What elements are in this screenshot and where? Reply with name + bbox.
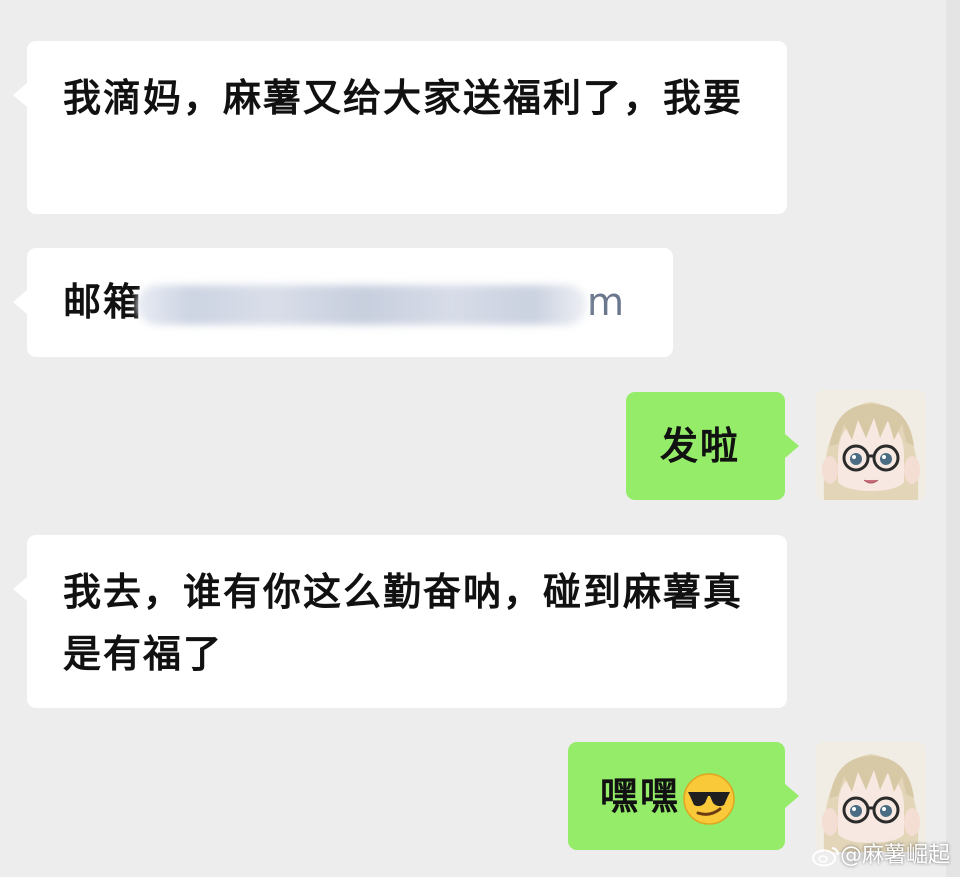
incoming-message-bubble[interactable]: 邮箱 m: [13, 248, 673, 357]
sunglasses-smirk-emoji-icon: [683, 772, 735, 825]
outgoing-message-bubble[interactable]: 发啦: [626, 392, 799, 500]
user-avatar[interactable]: [816, 742, 926, 852]
email-tail-text: m: [587, 280, 627, 324]
watermark: @麻薯崛起: [811, 837, 950, 869]
incoming-message-bubble[interactable]: 我滴妈，麻薯又给大家送福利了，我要: [13, 41, 787, 214]
message-text: 我滴妈，麻薯又给大家送福利了，我要: [63, 76, 744, 120]
outgoing-message-bubble[interactable]: 嘿嘿: [568, 742, 799, 850]
email-label: 邮箱: [63, 280, 144, 324]
anime-girl-glasses-avatar-icon: [816, 742, 926, 852]
message-text: 嘿嘿: [600, 774, 681, 818]
message-text: 发啦: [660, 424, 741, 468]
watermark-text: @麻薯崛起: [839, 843, 950, 868]
redacted-email-mask: [137, 284, 588, 325]
message-text: 我去，谁有你这么勤奋呐，碰到麻薯真是有福了: [63, 570, 744, 676]
user-avatar[interactable]: [816, 390, 926, 500]
scrollbar[interactable]: [946, 0, 960, 877]
anime-girl-glasses-avatar-icon: [816, 390, 926, 500]
incoming-message-bubble[interactable]: 我去，谁有你这么勤奋呐，碰到麻薯真是有福了: [13, 535, 787, 708]
weibo-icon: [811, 847, 839, 867]
